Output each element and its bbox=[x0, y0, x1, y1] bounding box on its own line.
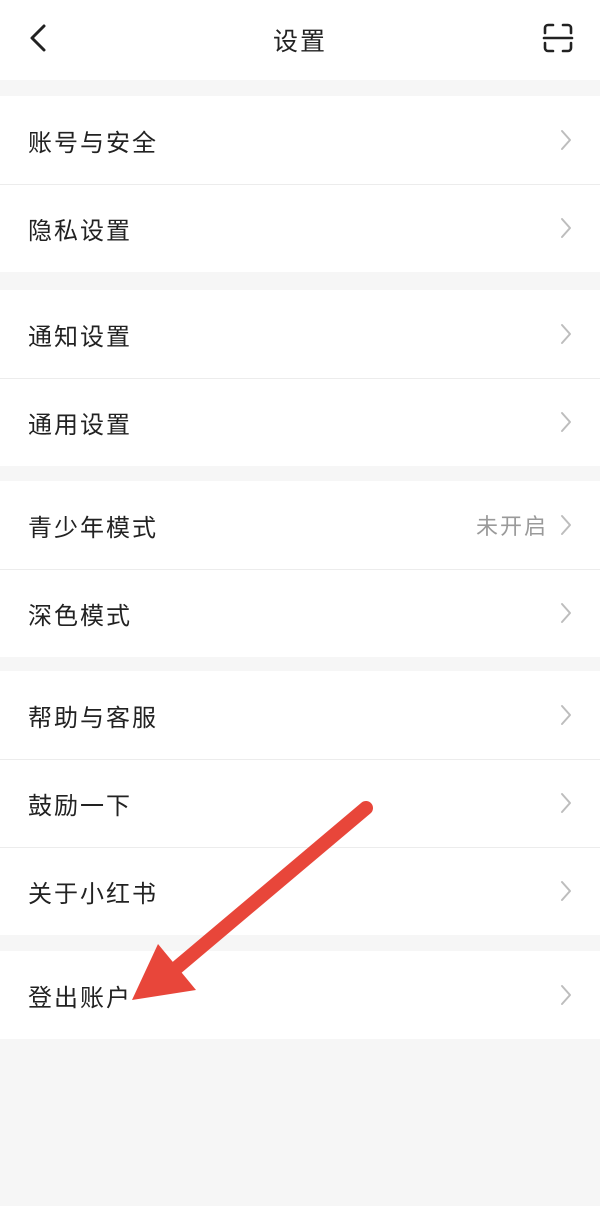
settings-item-label: 关于小红书 bbox=[28, 879, 158, 908]
settings-item-label: 账号与安全 bbox=[28, 128, 158, 157]
settings-item-dark-mode[interactable]: 深色模式 bbox=[0, 569, 600, 657]
chevron-right-icon bbox=[558, 322, 574, 346]
settings-group-account: 账号与安全 隐私设置 bbox=[0, 96, 600, 272]
teen-mode-status: 未开启 bbox=[475, 515, 548, 540]
settings-item-label: 深色模式 bbox=[28, 601, 132, 630]
settings-group-support: 帮助与客服 鼓励一下 关于小红书 bbox=[0, 671, 600, 935]
chevron-right-icon bbox=[558, 601, 574, 625]
chevron-right-icon bbox=[558, 879, 574, 903]
settings-item-privacy[interactable]: 隐私设置 bbox=[0, 184, 600, 272]
chevron-right-icon bbox=[558, 791, 574, 815]
settings-item-label: 通知设置 bbox=[28, 322, 132, 351]
settings-item-logout[interactable]: 登出账户 bbox=[0, 951, 600, 1039]
settings-group-logout: 登出账户 bbox=[0, 951, 600, 1039]
chevron-right-icon bbox=[558, 410, 574, 434]
chevron-right-icon bbox=[558, 216, 574, 240]
settings-item-account-security[interactable]: 账号与安全 bbox=[0, 96, 600, 184]
page-title: 设置 bbox=[272, 27, 327, 56]
chevron-right-icon bbox=[558, 983, 574, 1007]
chevron-right-icon bbox=[558, 128, 574, 152]
settings-item-help[interactable]: 帮助与客服 bbox=[0, 671, 600, 759]
settings-item-about[interactable]: 关于小红书 bbox=[0, 847, 600, 935]
scan-button[interactable] bbox=[540, 20, 576, 56]
settings-item-label: 隐私设置 bbox=[28, 216, 132, 245]
settings-item-teen-mode[interactable]: 青少年模式 未开启 bbox=[0, 481, 600, 569]
chevron-right-icon bbox=[558, 703, 574, 727]
settings-item-notifications[interactable]: 通知设置 bbox=[0, 290, 600, 378]
settings-item-label: 青少年模式 bbox=[28, 513, 158, 542]
top-bar: 设置 bbox=[0, 0, 600, 80]
settings-item-general[interactable]: 通用设置 bbox=[0, 378, 600, 466]
settings-item-label: 帮助与客服 bbox=[28, 703, 158, 732]
settings-item-rate-us[interactable]: 鼓励一下 bbox=[0, 759, 600, 847]
scan-icon bbox=[542, 23, 574, 53]
chevron-right-icon bbox=[558, 513, 574, 537]
settings-group-modes: 青少年模式 未开启 深色模式 bbox=[0, 481, 600, 657]
settings-item-label: 鼓励一下 bbox=[28, 791, 132, 820]
settings-group-general: 通知设置 通用设置 bbox=[0, 290, 600, 466]
settings-item-label: 登出账户 bbox=[28, 983, 132, 1012]
settings-item-label: 通用设置 bbox=[28, 410, 132, 439]
